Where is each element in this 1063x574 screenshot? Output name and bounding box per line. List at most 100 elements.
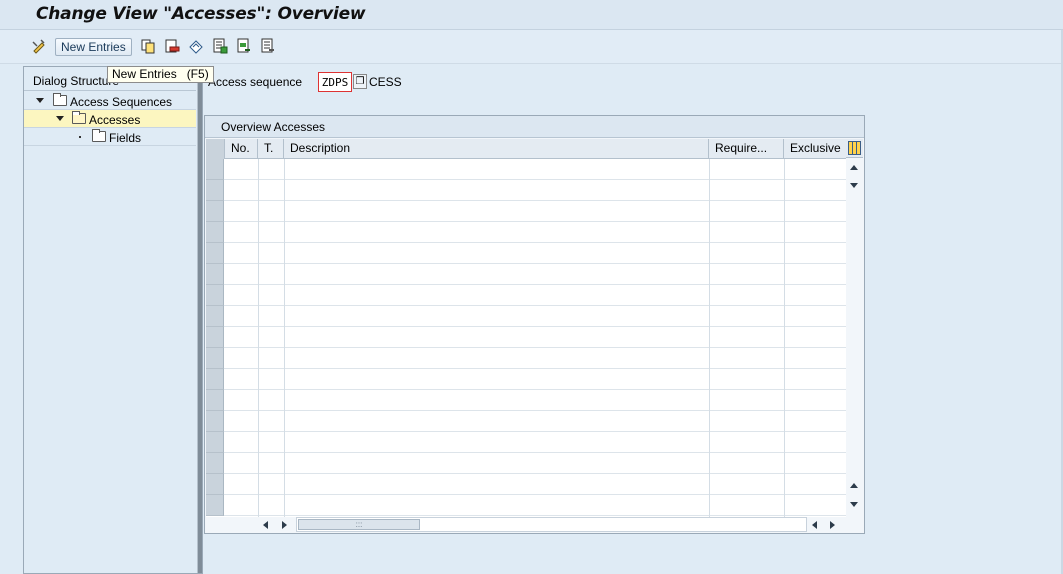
table-cell[interactable] <box>709 432 784 452</box>
table-row[interactable] <box>206 285 846 306</box>
undo-change-icon[interactable] <box>187 37 205 55</box>
table-cell[interactable] <box>784 285 846 305</box>
table-cell[interactable] <box>258 327 284 347</box>
table-cell[interactable] <box>784 495 846 515</box>
scroll-up-icon[interactable] <box>850 165 858 170</box>
table-cell[interactable] <box>225 180 258 200</box>
table-row[interactable] <box>206 222 846 243</box>
page-down-icon[interactable] <box>850 183 858 188</box>
table-cell[interactable] <box>225 432 258 452</box>
table-cell[interactable] <box>784 159 846 179</box>
table-cell[interactable] <box>784 306 846 326</box>
row-selector[interactable] <box>206 285 224 306</box>
table-row[interactable] <box>206 411 846 432</box>
row-selector[interactable] <box>206 264 224 285</box>
table-cell[interactable] <box>784 453 846 473</box>
expand-triangle-icon[interactable] <box>56 116 64 121</box>
table-cell[interactable] <box>709 390 784 410</box>
table-cell[interactable] <box>284 369 709 389</box>
table-cell[interactable] <box>225 327 258 347</box>
table-cell[interactable] <box>709 159 784 179</box>
table-cell[interactable] <box>258 180 284 200</box>
table-cell[interactable] <box>258 201 284 221</box>
table-row[interactable] <box>206 159 846 180</box>
scroll-down-icon[interactable] <box>850 502 858 507</box>
table-cell[interactable] <box>784 327 846 347</box>
tree-item-fields[interactable]: Fields <box>24 128 196 146</box>
table-cell[interactable] <box>258 222 284 242</box>
table-cell[interactable] <box>225 495 258 515</box>
column-header-no[interactable]: No. <box>225 139 258 159</box>
table-cell[interactable] <box>284 222 709 242</box>
row-selector[interactable] <box>206 432 224 453</box>
table-cell[interactable] <box>709 369 784 389</box>
table-cell[interactable] <box>258 411 284 431</box>
copy-icon[interactable] <box>139 37 157 55</box>
table-cell[interactable] <box>709 306 784 326</box>
table-cell[interactable] <box>258 159 284 179</box>
table-cell[interactable] <box>709 222 784 242</box>
table-cell[interactable] <box>709 327 784 347</box>
column-header-description[interactable]: Description <box>284 139 709 159</box>
table-cell[interactable] <box>225 348 258 368</box>
table-cell[interactable] <box>225 390 258 410</box>
table-cell[interactable] <box>225 369 258 389</box>
table-cell[interactable] <box>784 411 846 431</box>
table-cell[interactable] <box>284 348 709 368</box>
table-row[interactable] <box>206 474 846 495</box>
table-cell[interactable] <box>784 201 846 221</box>
table-cell[interactable] <box>258 285 284 305</box>
table-cell[interactable] <box>709 201 784 221</box>
table-cell[interactable] <box>284 264 709 284</box>
table-cell[interactable] <box>225 159 258 179</box>
table-cell[interactable] <box>709 348 784 368</box>
table-cell[interactable] <box>784 474 846 494</box>
value-help-icon[interactable]: ❐ <box>353 74 367 89</box>
horizontal-scroll-track[interactable]: ::: <box>296 517 807 532</box>
table-cell[interactable] <box>709 495 784 515</box>
table-row[interactable] <box>206 495 846 516</box>
table-cell[interactable] <box>258 348 284 368</box>
vertical-scrollbar[interactable] <box>846 159 863 517</box>
table-cell[interactable] <box>284 495 709 515</box>
column-header-exclusive[interactable]: Exclusive <box>784 139 846 159</box>
horizontal-scrollbar[interactable]: ::: <box>206 517 846 533</box>
table-cell[interactable] <box>784 432 846 452</box>
table-cell[interactable] <box>258 306 284 326</box>
table-cell[interactable] <box>784 222 846 242</box>
table-cell[interactable] <box>784 180 846 200</box>
column-header-type[interactable]: T. <box>258 139 284 159</box>
table-cell[interactable] <box>284 474 709 494</box>
table-cell[interactable] <box>784 390 846 410</box>
delete-icon[interactable] <box>163 37 181 55</box>
access-sequence-field[interactable] <box>318 72 352 92</box>
table-cell[interactable] <box>258 432 284 452</box>
row-selector[interactable] <box>206 306 224 327</box>
table-cell[interactable] <box>225 243 258 263</box>
table-cell[interactable] <box>709 411 784 431</box>
page-up-icon[interactable] <box>850 483 858 488</box>
table-cell[interactable] <box>258 369 284 389</box>
table-row[interactable] <box>206 243 846 264</box>
row-selector[interactable] <box>206 222 224 243</box>
table-cell[interactable] <box>709 180 784 200</box>
scroll-left-icon[interactable] <box>263 521 268 529</box>
scroll-right-icon[interactable] <box>282 521 287 529</box>
row-selector[interactable] <box>206 348 224 369</box>
table-row[interactable] <box>206 432 846 453</box>
table-cell[interactable] <box>284 306 709 326</box>
table-cell[interactable] <box>284 180 709 200</box>
table-cell[interactable] <box>258 495 284 515</box>
row-selector[interactable] <box>206 474 224 495</box>
row-selector[interactable] <box>206 201 224 222</box>
row-selector[interactable] <box>206 243 224 264</box>
expand-triangle-icon[interactable] <box>36 98 44 103</box>
table-cell[interactable] <box>284 327 709 347</box>
deselect-all-icon[interactable] <box>259 37 277 55</box>
table-cell[interactable] <box>284 432 709 452</box>
table-settings-button[interactable] <box>846 139 863 158</box>
table-cell[interactable] <box>709 243 784 263</box>
table-cell[interactable] <box>709 453 784 473</box>
row-selector[interactable] <box>206 453 224 474</box>
table-cell[interactable] <box>225 453 258 473</box>
